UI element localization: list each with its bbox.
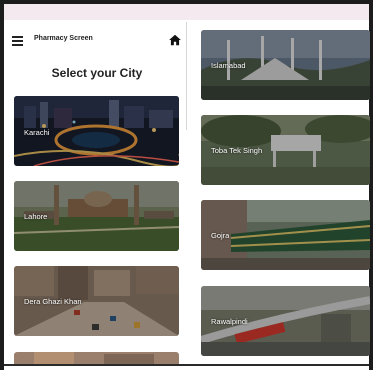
window-border-bottom <box>4 364 369 366</box>
city-label: Dera Ghazi Khan <box>24 297 82 306</box>
city-card-dera-ghazi-khan[interactable]: Dera Ghazi Khan <box>14 266 179 336</box>
city-label: Karachi <box>24 128 50 137</box>
city-label: Islamabad <box>211 61 246 70</box>
city-card-partial-image <box>14 352 179 364</box>
page-title: Pharmacy Screen <box>34 35 93 42</box>
city-card-gojra[interactable]: Gojra <box>201 200 370 270</box>
city-label: Gojra <box>211 231 230 240</box>
city-card-islamabad[interactable]: Islamabad <box>201 30 370 100</box>
window-border-left <box>0 0 4 370</box>
city-card-partial[interactable] <box>14 352 179 364</box>
status-bar <box>4 4 369 20</box>
city-card-toba-tek-singh[interactable]: Toba Tek Singh <box>201 115 370 185</box>
app-header: Pharmacy Screen <box>8 30 186 52</box>
city-label: Toba Tek Singh <box>211 146 263 155</box>
home-icon[interactable] <box>168 33 182 47</box>
city-card-karachi[interactable]: Karachi <box>14 96 179 166</box>
city-card-lahore[interactable]: Lahore <box>14 181 179 251</box>
hamburger-menu-icon[interactable] <box>12 36 23 46</box>
city-label: Lahore <box>24 212 48 221</box>
select-city-heading: Select your City <box>51 66 143 80</box>
city-card-rawalpindi[interactable]: Rawalpindi <box>201 286 370 356</box>
column-divider <box>186 22 187 130</box>
city-label: Rawalpindi <box>211 317 248 326</box>
